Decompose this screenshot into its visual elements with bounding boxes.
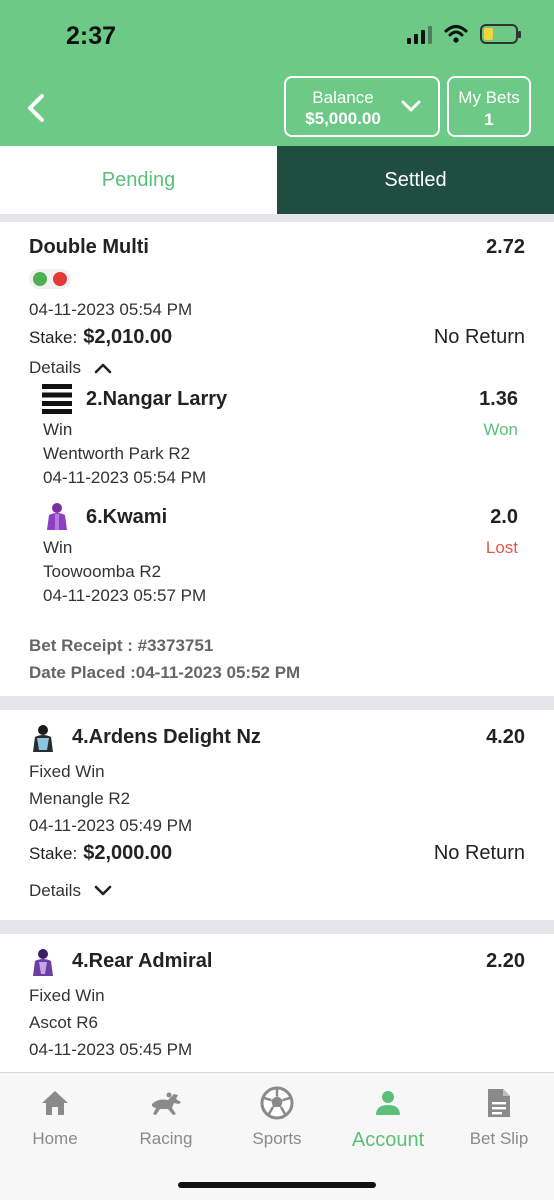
leg-status-dots: [29, 269, 71, 289]
leg-result: Lost: [485, 538, 518, 557]
details-toggle[interactable]: Details: [29, 358, 525, 378]
status-time: 2:37: [66, 22, 117, 50]
bet-odds: 2.72: [486, 236, 525, 258]
nav-sports[interactable]: Sports: [222, 1085, 332, 1149]
bet-date: 04-11-2023 05:45 PM: [29, 1040, 193, 1059]
bet-card-single: 4.Ardens Delight Nz 4.20 Fixed Win Menan…: [0, 710, 554, 920]
bet-title: Double Multi: [29, 236, 149, 258]
leg-bet-type: Win: [43, 538, 73, 557]
user-icon: [376, 1091, 400, 1115]
bet-receipt: Bet Receipt : #3373751: [29, 636, 214, 655]
balance-dropdown[interactable]: Balance $5,000.00: [284, 76, 440, 137]
return-status: No Return: [433, 326, 525, 348]
nav-label: Bet Slip: [469, 1129, 529, 1148]
back-button[interactable]: [18, 88, 54, 128]
soccer-ball-icon: [260, 1086, 294, 1120]
leg-result: Won: [483, 420, 518, 439]
jockey-silks-icon: [47, 503, 67, 530]
tab-pending[interactable]: Pending: [0, 146, 277, 214]
leg-bet-type: Win: [43, 420, 73, 439]
details-label: Details: [29, 358, 81, 377]
stake: Stake: $2,010.00: [29, 326, 172, 349]
cellular-signal-icon: [407, 24, 432, 44]
stake-value: $2,000.00: [83, 842, 173, 864]
nav-bet-slip[interactable]: Bet Slip: [444, 1085, 554, 1149]
chevron-up-icon: [94, 363, 112, 374]
nav-label: Home: [32, 1129, 78, 1148]
horse-racing-icon: [151, 1092, 181, 1115]
home-icon: [42, 1091, 68, 1115]
app-header: 2:37 Balance $5,000.00 My Bets 1: [0, 0, 554, 146]
leg-odds: 1.36: [479, 388, 518, 410]
leg-date: 04-11-2023 05:54 PM: [43, 468, 207, 487]
stake: Stake: $2,000.00: [29, 842, 172, 865]
bet-runner: 4.Rear Admiral: [72, 950, 213, 972]
bottom-nav: Home Racing Sports Account Bet Slip: [0, 1072, 554, 1200]
status-icons: [407, 24, 521, 44]
chevron-down-icon: [401, 100, 421, 112]
leg-race: Toowoomba R2: [43, 562, 162, 581]
leg-runner: 6.Kwami: [86, 506, 168, 528]
bet-race: Menangle R2: [29, 789, 131, 808]
details-label: Details: [29, 881, 81, 900]
nav-home[interactable]: Home: [0, 1085, 110, 1149]
document-icon: [488, 1089, 510, 1117]
my-bets-label: My Bets: [458, 88, 520, 107]
chevron-down-icon: [94, 885, 112, 896]
bet-date: 04-11-2023 05:54 PM: [29, 300, 193, 319]
leg-race: Wentworth Park R2: [43, 444, 191, 463]
nav-account[interactable]: Account: [333, 1085, 443, 1152]
striped-silks-icon: [42, 384, 72, 414]
nav-label: Sports: [252, 1129, 302, 1148]
bet-odds: 4.20: [486, 726, 525, 748]
bet-type: Fixed Win: [29, 986, 105, 1005]
my-bets-button[interactable]: My Bets 1: [447, 76, 531, 137]
date-placed: Date Placed :04-11-2023 05:52 PM: [29, 663, 301, 682]
leg-status-dot-lost: [53, 272, 67, 286]
jockey-silks-icon: [33, 949, 53, 976]
leg-odds: 2.0: [490, 506, 518, 528]
bet-status-tabs: Pending Settled: [0, 146, 554, 214]
wifi-icon: [444, 25, 468, 43]
nav-label: Account: [351, 1129, 425, 1151]
nav-label: Racing: [139, 1129, 193, 1148]
bet-type: Fixed Win: [29, 762, 105, 781]
balance-value: $5,000.00: [305, 109, 381, 128]
leg-runner: 2.Nangar Larry: [86, 388, 228, 410]
leg-date: 04-11-2023 05:57 PM: [43, 586, 207, 605]
home-indicator[interactable]: [178, 1182, 376, 1188]
bet-card-multi: Double Multi 2.72 04-11-2023 05:54 PM St…: [0, 222, 554, 696]
bet-date: 04-11-2023 05:49 PM: [29, 816, 193, 835]
stake-value: $2,010.00: [83, 326, 173, 348]
bet-race: Ascot R6: [29, 1013, 98, 1032]
jockey-silks-icon: [33, 725, 53, 752]
stake-label: Stake:: [29, 844, 78, 863]
nav-racing[interactable]: Racing: [111, 1085, 221, 1149]
bet-odds: 2.20: [486, 950, 525, 972]
battery-icon: [480, 24, 521, 44]
return-status: No Return: [433, 842, 525, 864]
leg-status-dot-won: [33, 272, 47, 286]
tab-settled[interactable]: Settled: [277, 146, 554, 214]
stake-label: Stake:: [29, 328, 78, 347]
details-toggle[interactable]: Details: [29, 881, 525, 901]
bet-runner: 4.Ardens Delight Nz: [72, 726, 261, 748]
bet-card-single: 4.Rear Admiral 2.20 Fixed Win Ascot R6 0…: [0, 934, 554, 1072]
balance-label: Balance: [312, 88, 374, 107]
my-bets-count: 1: [484, 110, 494, 129]
back-arrow-icon: [28, 94, 44, 122]
bets-list[interactable]: Double Multi 2.72 04-11-2023 05:54 PM St…: [0, 214, 554, 1072]
